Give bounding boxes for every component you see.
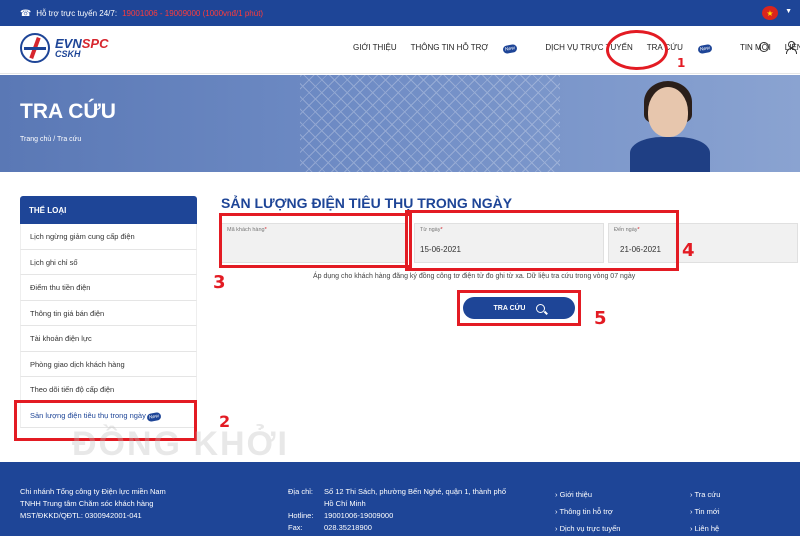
sidebar-item-phong-giao-dich[interactable]: Phòng giao dịch khách hàng bbox=[20, 351, 197, 377]
footer-link-thong-tin-ho-tro[interactable]: Thông tin hỗ trợ bbox=[559, 507, 612, 516]
footer-address-label: Địa chỉ: bbox=[288, 487, 314, 496]
annotation-number-5: 5 bbox=[594, 308, 607, 329]
logo-spc: SPC bbox=[81, 36, 109, 51]
page-title: TRA CỨU bbox=[20, 100, 116, 123]
footer-fax-label: Fax: bbox=[288, 523, 303, 532]
new-badge: New bbox=[502, 43, 518, 55]
sidebar-item-lich-ngung[interactable]: Lịch ngừng giảm cung cấp điện bbox=[20, 224, 197, 250]
footer-link-lien-he[interactable]: Liên hệ bbox=[695, 524, 720, 533]
footer-link[interactable]: › Tra cứu bbox=[690, 486, 720, 503]
new-badge: New bbox=[697, 43, 713, 55]
footer-hotline-label: Hotline: bbox=[288, 511, 314, 520]
footer-link[interactable]: › Liên hệ bbox=[690, 520, 720, 537]
breadcrumb: Trang chủ / Tra cứu bbox=[20, 136, 81, 143]
logo-cskh: CSKH bbox=[55, 49, 81, 59]
annotation-circle-tra-cuu bbox=[606, 30, 668, 70]
sidebar-item-diem-thu[interactable]: Điểm thu tiền điện bbox=[20, 275, 197, 301]
footer-link[interactable]: › Thông tin hỗ trợ bbox=[555, 503, 620, 520]
footer-org-line3: MST/ĐKKD/QĐTL: 0300942001-041 bbox=[20, 511, 142, 520]
footer-address: Số 12 Thi Sách, phường Bến Nghé, quận 1,… bbox=[324, 487, 507, 508]
annotation-box-customer-code bbox=[219, 213, 412, 268]
phone-icon: ☎ bbox=[20, 7, 32, 18]
support-label: Hỗ trợ trực tuyến 24/7: bbox=[36, 8, 118, 18]
watermark-text: ĐỒNG KHỞI bbox=[72, 425, 290, 463]
footer-link-tra-cuu[interactable]: Tra cứu bbox=[694, 490, 720, 499]
breadcrumb-current: Tra cứu bbox=[57, 136, 82, 143]
site-footer: Chi nhánh Tổng công ty Điện lực miền Nam… bbox=[0, 462, 800, 536]
footer-org-line1: Chi nhánh Tổng công ty Điện lực miền Nam bbox=[20, 487, 166, 496]
annotation-number-4: 4 bbox=[682, 240, 695, 261]
hotline-text[interactable]: 19001006 - 19009000 (1000vnđ/1 phút) bbox=[122, 9, 263, 18]
power-tower-image bbox=[300, 75, 560, 172]
search-icon[interactable] bbox=[759, 42, 769, 52]
support-bar: ☎ Hỗ trợ trực tuyến 24/7: 19001006 - 190… bbox=[0, 0, 800, 26]
annotation-box-dates bbox=[405, 210, 679, 271]
vietnam-flag-icon[interactable]: ★ bbox=[762, 6, 778, 20]
sidebar-title: THỂ LOẠI bbox=[20, 196, 197, 224]
sidebar-item-lich-ghi-chi-so[interactable]: Lịch ghi chỉ số bbox=[20, 249, 197, 275]
section-title: SẢN LƯỢNG ĐIỆN TIÊU THỤ TRONG NGÀY bbox=[221, 195, 513, 211]
footer-org-info: Chi nhánh Tổng công ty Điện lực miền Nam… bbox=[20, 486, 166, 522]
footer-org-line2: TNHH Trung tâm Chăm sóc khách hàng bbox=[20, 499, 154, 508]
breadcrumb-home[interactable]: Trang chủ bbox=[20, 136, 51, 143]
footer-link-gioi-thieu[interactable]: Giới thiệu bbox=[560, 490, 592, 499]
nav-thong-tin-ho-tro[interactable]: THÔNG TIN HỖ TRỢ New bbox=[411, 43, 532, 55]
footer-link[interactable]: › Tin mới bbox=[690, 503, 720, 520]
usage-note: Áp dụng cho khách hàng đăng ký đồng công… bbox=[313, 273, 636, 280]
nav-gioi-thieu[interactable]: GIỚI THIỆU bbox=[353, 43, 397, 53]
footer-contact: Địa chỉ: Số 12 Thi Sách, phường Bến Nghé,… bbox=[288, 486, 514, 534]
nav-thong-tin-label[interactable]: THÔNG TIN HỖ TRỢ bbox=[411, 43, 489, 52]
footer-link-dich-vu[interactable]: Dịch vụ trực tuyến bbox=[560, 524, 621, 533]
footer-links-col2: › Tra cứu › Tin mới › Liên hệ bbox=[690, 486, 720, 537]
footer-fax: 028.35218900 bbox=[324, 523, 372, 532]
support-agent-image bbox=[630, 75, 710, 172]
chevron-down-icon[interactable]: ▼ bbox=[785, 8, 792, 15]
user-icon[interactable] bbox=[786, 41, 797, 54]
footer-link[interactable]: › Giới thiệu bbox=[555, 486, 620, 503]
evn-logo-icon bbox=[20, 33, 50, 63]
footer-hotline[interactable]: 19001006-19009000 bbox=[324, 510, 514, 522]
sidebar-item-tien-do[interactable]: Theo dõi tiến độ cấp điện bbox=[20, 377, 197, 403]
annotation-box-search-button bbox=[457, 290, 581, 326]
breadcrumb-separator: / bbox=[53, 136, 56, 143]
footer-link-tin-moi[interactable]: Tin mới bbox=[694, 507, 719, 516]
evnspc-logo[interactable]: EVNSPC CSKH bbox=[20, 33, 108, 63]
main-nav: GIỚI THIỆU THÔNG TIN HỖ TRỢ New DỊCH VỤ T… bbox=[353, 43, 800, 55]
annotation-number-3: 3 bbox=[213, 272, 226, 293]
sidebar-item-tai-khoan[interactable]: Tài khoản điện lực bbox=[20, 326, 197, 352]
footer-links-col1: › Giới thiệu › Thông tin hỗ trợ › Dịch v… bbox=[555, 486, 620, 537]
page-banner: TRA CỨU Trang chủ / Tra cứu bbox=[0, 75, 800, 172]
sidebar-item-gia-ban[interactable]: Thông tin giá bán điện bbox=[20, 300, 197, 326]
footer-link[interactable]: › Dịch vụ trực tuyến bbox=[555, 520, 620, 537]
annotation-number-1: 1 bbox=[677, 56, 686, 70]
